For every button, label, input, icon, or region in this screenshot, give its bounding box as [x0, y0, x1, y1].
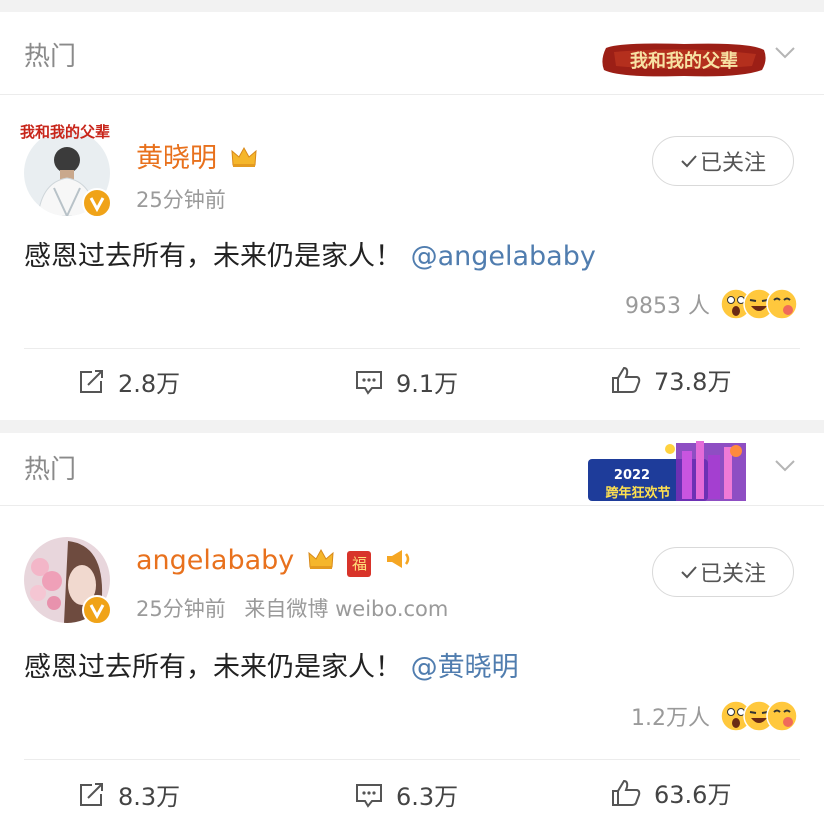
- thumbs-up-icon: [612, 779, 641, 806]
- comment-button[interactable]: 9.1万: [354, 364, 458, 399]
- festival-year: 2022: [614, 468, 650, 483]
- reactions[interactable]: 9853 人: [625, 288, 798, 320]
- section-label: 热门: [24, 455, 77, 485]
- user-name-row[interactable]: 黄晓明: [136, 136, 258, 175]
- section-label: 热门: [24, 42, 77, 72]
- check-icon: [681, 155, 697, 168]
- mention-link[interactable]: @黄晓明: [411, 652, 519, 683]
- post-time: 25分钟前: [136, 188, 226, 212]
- mention-link[interactable]: @angelababy: [411, 241, 596, 272]
- divider: [0, 505, 824, 506]
- comment-button[interactable]: 6.3万: [354, 777, 458, 812]
- reaction-count: 9853 人: [625, 294, 710, 319]
- repost-icon: [80, 369, 103, 393]
- film-banner-text: 我和我的父辈: [630, 50, 738, 72]
- post-body: 感恩过去所有，未来仍是家人！: [24, 652, 402, 683]
- user-name[interactable]: angelababy: [136, 545, 294, 576]
- follow-button[interactable]: 已关注: [652, 136, 794, 186]
- festival-banner[interactable]: 2022 跨年狂欢节: [586, 437, 756, 505]
- user-name-row[interactable]: angelababy 福: [136, 545, 414, 577]
- post-card: 热门 2022 跨年狂欢节 angelababy 福 25分钟前 来自微博 we…: [0, 433, 824, 819]
- chevron-down-icon[interactable]: [774, 459, 796, 473]
- fu-badge: 福: [347, 551, 372, 577]
- follow-button[interactable]: 已关注: [652, 547, 794, 597]
- verified-badge-icon: [82, 595, 112, 625]
- post-meta: 25分钟前: [136, 184, 238, 214]
- divider: [24, 348, 800, 349]
- kiss-emoji-icon: [766, 288, 798, 320]
- follow-label: 已关注: [699, 151, 766, 176]
- section-header: 热门 我和我的父辈: [0, 12, 824, 94]
- check-icon: [681, 566, 697, 579]
- follow-label: 已关注: [699, 562, 766, 587]
- film-title-text: 我和我的父辈: [20, 123, 110, 141]
- verified-badge-icon: [82, 188, 112, 218]
- post-card: 热门 我和我的父辈 我和我的父辈 黄晓明 25分钟前 已关注 感恩过去所有，未来…: [0, 12, 824, 420]
- kiss-emoji-icon: [766, 700, 798, 732]
- megaphone-icon: [387, 550, 410, 568]
- like-count: 63.6万: [654, 781, 732, 809]
- divider: [24, 759, 800, 760]
- comment-icon: [356, 783, 382, 808]
- repost-button[interactable]: 2.8万: [78, 364, 180, 399]
- like-count: 73.8万: [654, 368, 732, 396]
- repost-count: 8.3万: [118, 783, 181, 811]
- post-body: 感恩过去所有，未来仍是家人！: [24, 241, 402, 272]
- post-time: 25分钟前: [136, 597, 226, 621]
- comment-count: 9.1万: [396, 370, 459, 398]
- divider: [0, 94, 824, 95]
- post-source[interactable]: 来自微博 weibo.com: [244, 597, 448, 621]
- repost-icon: [80, 782, 103, 806]
- film-banner[interactable]: 我和我的父辈: [600, 40, 768, 80]
- emoji-stack: [720, 700, 798, 732]
- like-button[interactable]: 73.8万: [610, 362, 731, 397]
- like-button[interactable]: 63.6万: [610, 775, 731, 810]
- section-header: 热门 2022 跨年狂欢节: [0, 433, 824, 505]
- reaction-count: 1.2万人: [631, 706, 710, 731]
- fu-badge-label: 福: [351, 555, 367, 573]
- comment-icon: [356, 370, 382, 395]
- comment-count: 6.3万: [396, 783, 459, 811]
- thumbs-up-icon: [612, 366, 641, 393]
- film-title-overlay: 我和我的父辈: [20, 123, 110, 141]
- crown-icon: [308, 548, 334, 569]
- post-text: 感恩过去所有，未来仍是家人！ @黄晓明: [24, 645, 519, 684]
- post-text: 感恩过去所有，未来仍是家人！ @angelababy: [24, 234, 596, 273]
- user-name[interactable]: 黄晓明: [136, 143, 217, 174]
- post-meta: 25分钟前 来自微博 weibo.com: [136, 593, 460, 623]
- festival-title: 跨年狂欢节: [605, 485, 670, 501]
- chevron-down-icon[interactable]: [774, 46, 796, 60]
- emoji-stack: [720, 288, 798, 320]
- repost-button[interactable]: 8.3万: [78, 777, 180, 812]
- reactions[interactable]: 1.2万人: [631, 700, 798, 732]
- repost-count: 2.8万: [118, 370, 181, 398]
- crown-icon: [231, 146, 257, 167]
